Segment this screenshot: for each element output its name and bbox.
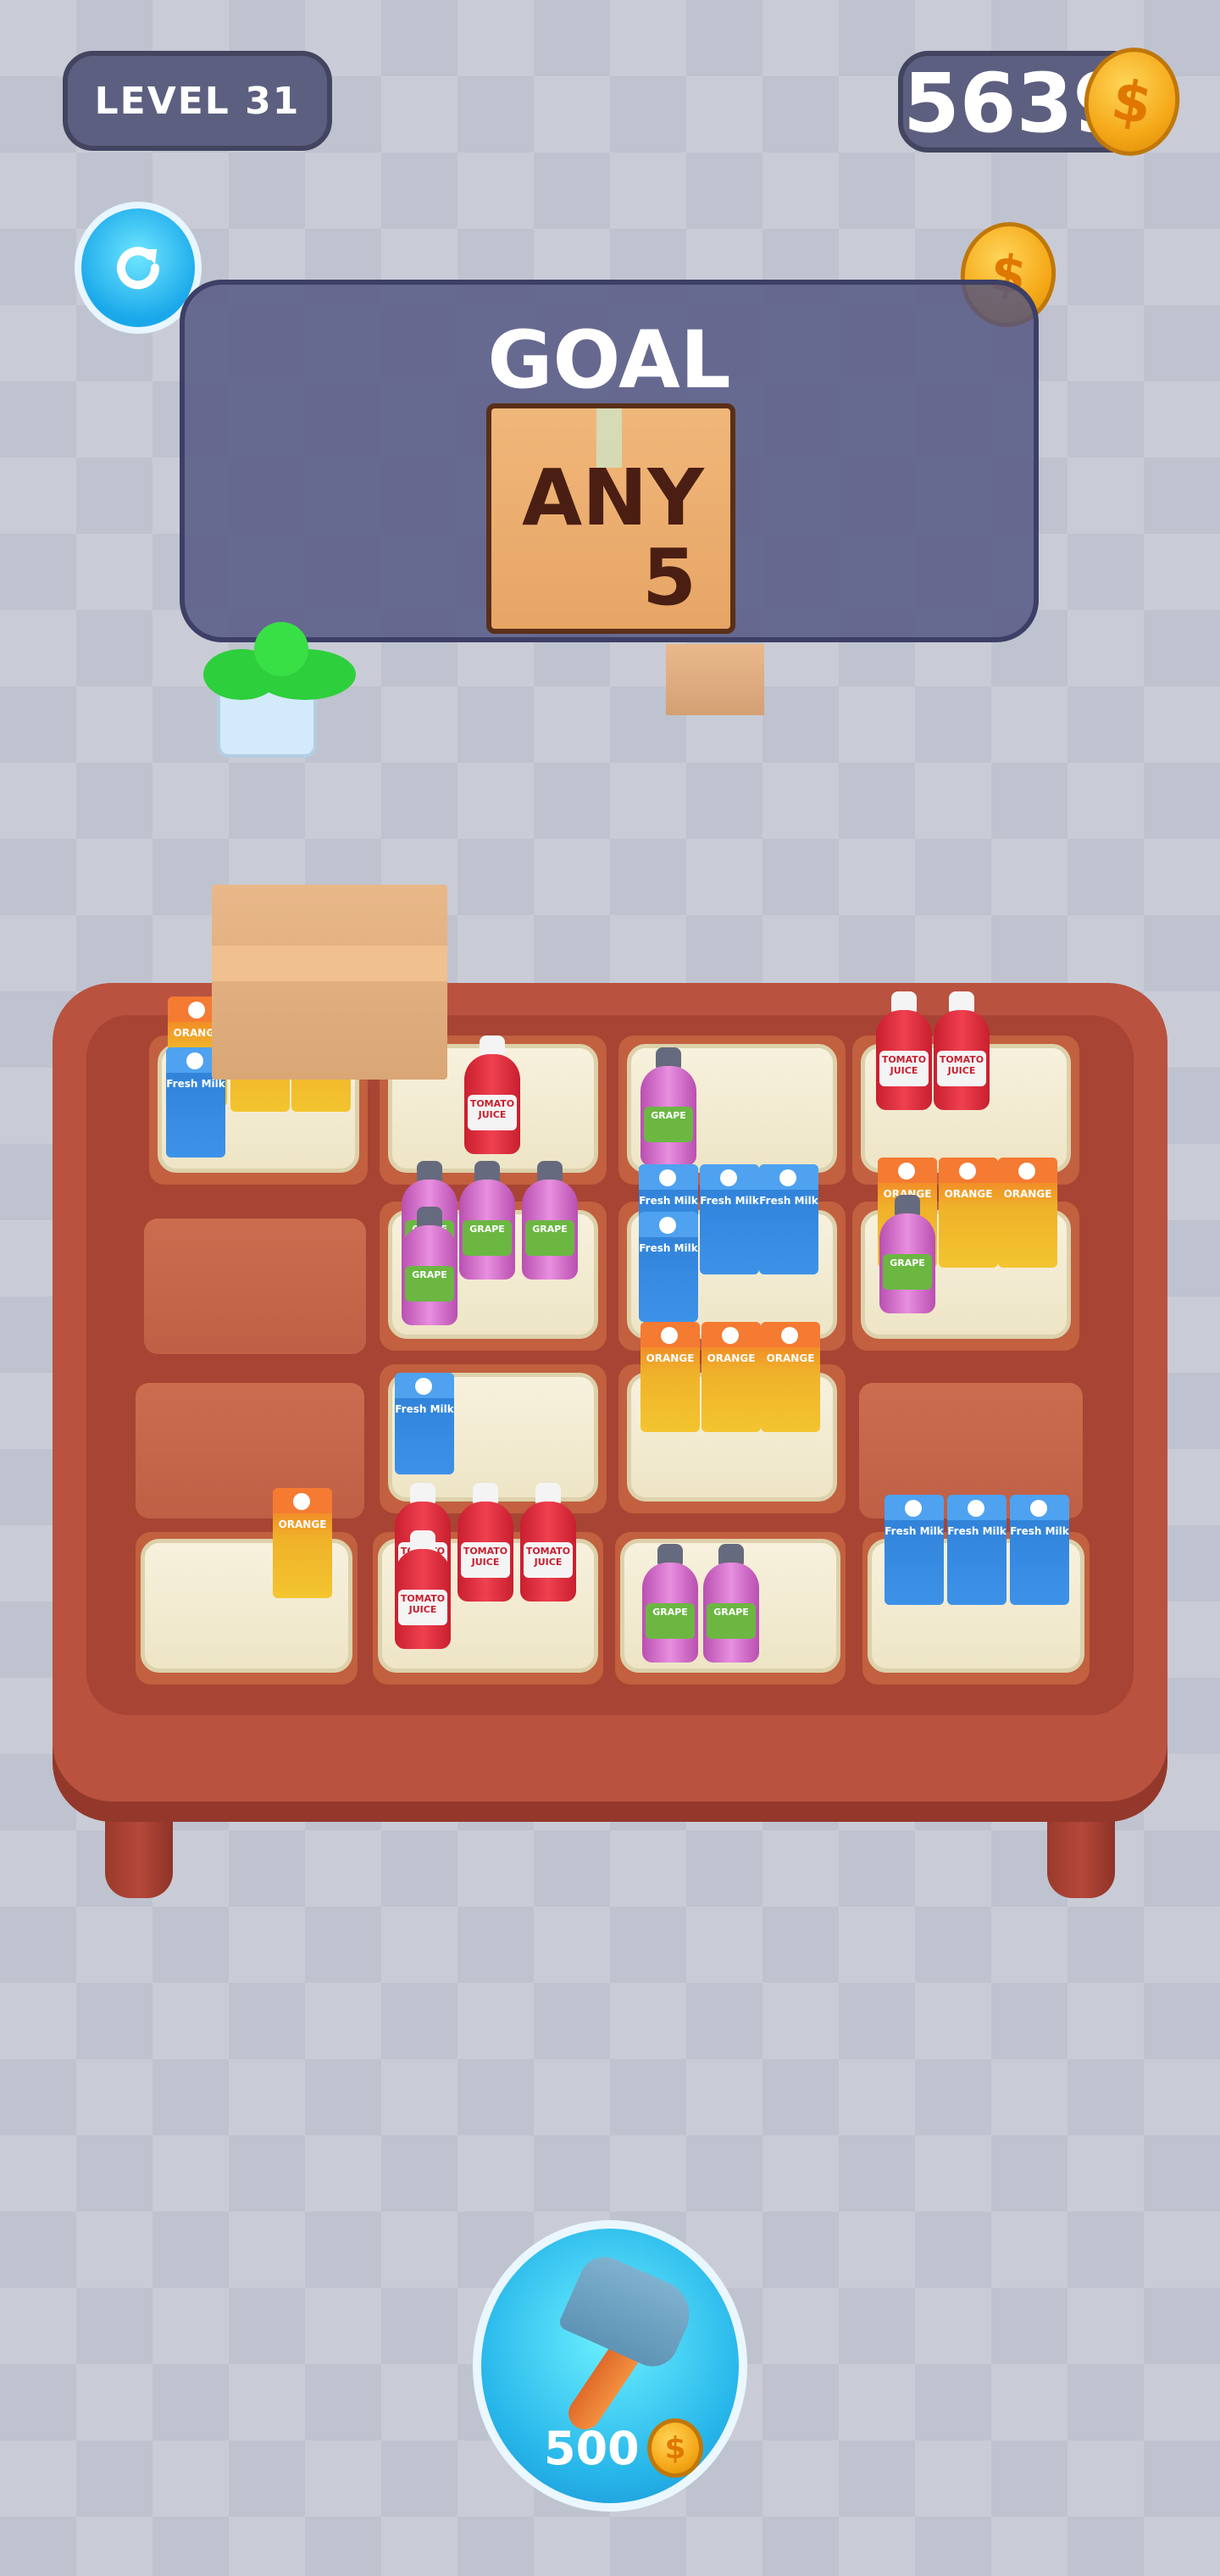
small-box-decoration	[666, 644, 764, 715]
orange-juice-carton[interactable]: ORANGE	[273, 1488, 332, 1598]
level-indicator: LEVEL 31	[63, 51, 332, 151]
orange-juice-carton[interactable]: ORANGE	[939, 1158, 998, 1268]
tomato-juice-bottle[interactable]: TOMATO JUICE	[464, 1035, 520, 1154]
milk-carton[interactable]: Fresh Milk	[1010, 1495, 1069, 1605]
milk-carton[interactable]: Fresh Milk	[639, 1212, 698, 1322]
orange-juice-carton[interactable]: ORANGE	[998, 1158, 1057, 1268]
milk-carton[interactable]: Fresh Milk	[759, 1164, 818, 1274]
hammer-head	[557, 2248, 701, 2375]
grape-juice-bottle[interactable]: GRAPE	[703, 1544, 759, 1663]
grape-juice-bottle[interactable]: GRAPE	[402, 1207, 458, 1325]
grape-juice-bottle[interactable]: GRAPE	[459, 1161, 515, 1280]
goal-box-text: ANY	[522, 452, 704, 543]
plant-leaf	[254, 622, 308, 676]
level-label: LEVEL 31	[94, 79, 301, 123]
goal-box-icon: ANY 5	[486, 403, 735, 634]
grape-juice-bottle[interactable]: GRAPE	[522, 1161, 578, 1280]
milk-carton[interactable]: Fresh Milk	[700, 1164, 759, 1274]
coin-icon: $	[647, 2418, 703, 2478]
milk-carton[interactable]: Fresh Milk	[884, 1495, 944, 1605]
grape-juice-bottle[interactable]: GRAPE	[642, 1544, 698, 1663]
tomato-juice-bottle[interactable]: TOMATO JUICE	[520, 1483, 576, 1602]
milk-carton[interactable]: Fresh Milk	[947, 1495, 1006, 1605]
booster-price: 500	[544, 2422, 640, 2475]
goal-title: GOAL	[487, 314, 731, 407]
restart-icon	[117, 247, 160, 290]
tomato-juice-bottle[interactable]: TOMATO JUICE	[934, 991, 990, 1110]
grape-juice-bottle[interactable]: GRAPE	[879, 1195, 935, 1313]
tomato-juice-bottle[interactable]: TOMATO JUICE	[395, 1530, 451, 1649]
tomato-juice-bottle[interactable]: TOMATO JUICE	[458, 1483, 513, 1602]
hammer-booster-button[interactable]: 500 $	[473, 2220, 747, 2512]
goal-box-count: 5	[642, 532, 697, 623]
empty-cell[interactable]	[144, 1219, 366, 1354]
orange-juice-carton[interactable]: ORANGE	[702, 1322, 761, 1432]
goal-panel: GOAL ANY 5	[180, 280, 1039, 642]
orange-juice-carton[interactable]: ORANGE	[761, 1322, 820, 1432]
tomato-juice-bottle[interactable]: TOMATO JUICE	[876, 991, 932, 1110]
grape-juice-bottle[interactable]: GRAPE	[640, 1047, 696, 1166]
cardboard-box[interactable]	[212, 885, 447, 1080]
orange-juice-carton[interactable]: ORANGE	[640, 1322, 700, 1432]
milk-carton[interactable]: Fresh Milk	[395, 1373, 454, 1474]
